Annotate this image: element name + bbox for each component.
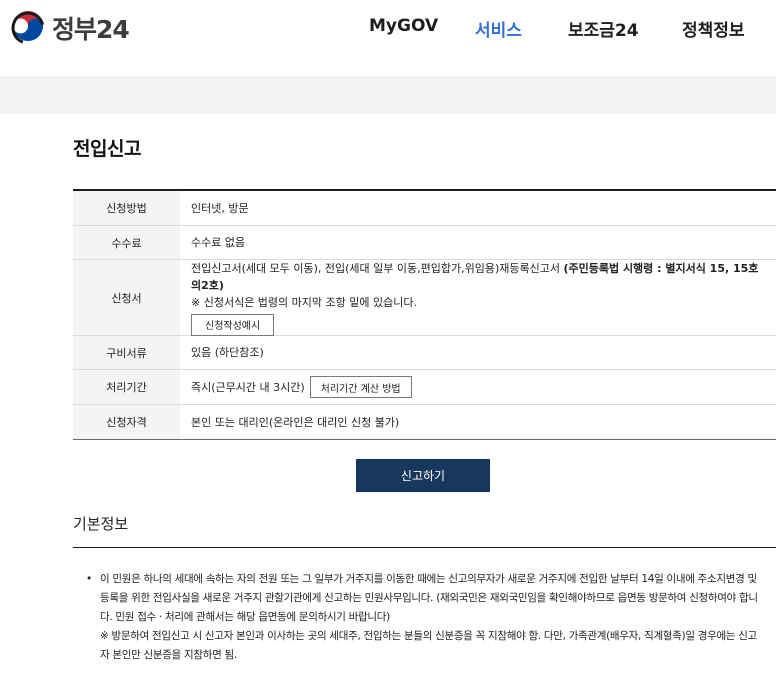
row-value: 본인 또는 대리인(온라인은 대리인 신청 불가) bbox=[191, 415, 400, 429]
processing-time-text: 즉시(근무시간 내 3시간) bbox=[191, 380, 305, 394]
row-label: 신청서 bbox=[73, 260, 180, 335]
form-name-text: 전입신고서(세대 모두 이동), 전입(세대 일부 이동,편입합가,위임용)재등… bbox=[191, 261, 564, 275]
description-paragraph: 이 민원은 하나의 세대에 속하는 자의 전원 또는 그 일부가 거주지를 이동… bbox=[100, 573, 758, 623]
page-title: 전입신고 bbox=[73, 138, 141, 160]
site-header: 정부24 MyGOV 서비스 보조금24 정책정보 bbox=[0, 0, 776, 78]
main-nav: MyGOV 서비스 보조금24 정책정보 bbox=[0, 16, 776, 41]
section-divider bbox=[73, 547, 776, 548]
row-label: 수수료 bbox=[73, 226, 180, 259]
breadcrumb-band bbox=[0, 78, 776, 114]
form-example-button[interactable]: 신청작성예시 bbox=[191, 313, 275, 336]
nav-item-policy-info[interactable]: 정책정보 bbox=[682, 16, 745, 41]
processing-time-calc-button[interactable]: 처리기간 계산 방법 bbox=[309, 376, 412, 398]
basic-info-title: 기본정보 bbox=[73, 515, 129, 533]
table-row-eligibility: 신청자격 본인 또는 대리인(온라인은 대리인 신청 불가) bbox=[73, 405, 776, 439]
row-label: 구비서류 bbox=[73, 336, 180, 369]
row-value: 있음 (하단참조) bbox=[191, 346, 264, 359]
bullet-icon: • bbox=[86, 573, 92, 585]
row-value: 수수료 없음 bbox=[191, 236, 246, 249]
visit-note-paragraph: ※ 방문하여 전입신고 시 신고자 본인과 이사하는 곳의 세대주, 전입하는 … bbox=[100, 630, 757, 661]
form-name-line: 전입신고서(세대 모두 이동), 전입(세대 일부 이동,편입합가,위임용)재등… bbox=[191, 260, 766, 294]
row-label: 신청방법 bbox=[73, 191, 180, 225]
row-label: 처리기간 bbox=[73, 370, 180, 404]
table-row-documents: 구비서류 있음 (하단참조) bbox=[73, 336, 776, 370]
table-row-method: 신청방법 인터넷, 방문 bbox=[73, 191, 776, 226]
table-row-fee: 수수료 수수료 없음 bbox=[73, 226, 776, 260]
nav-item-subsidy24[interactable]: 보조금24 bbox=[568, 16, 639, 41]
row-value: 즉시(근무시간 내 3시간) 처리기간 계산 방법 bbox=[180, 370, 776, 404]
apply-button[interactable]: 신고하기 bbox=[356, 459, 490, 492]
row-value: 전입신고서(세대 모두 이동), 전입(세대 일부 이동,편입합가,위임용)재등… bbox=[180, 260, 776, 336]
service-info-table: 신청방법 인터넷, 방문 수수료 수수료 없음 신청서 전입신고서(세대 모두 … bbox=[73, 189, 776, 440]
row-label: 신청자격 bbox=[73, 405, 180, 439]
nav-item-mygov[interactable]: MyGOV bbox=[369, 16, 438, 36]
table-row-form: 신청서 전입신고서(세대 모두 이동), 전입(세대 일부 이동,편입합가,위임… bbox=[73, 260, 776, 336]
table-row-processing: 처리기간 즉시(근무시간 내 3시간) 처리기간 계산 방법 bbox=[73, 370, 776, 405]
basic-info-description: • 이 민원은 하나의 세대에 속하는 자의 전원 또는 그 일부가 거주지를 … bbox=[86, 570, 766, 665]
nav-item-services[interactable]: 서비스 bbox=[475, 16, 522, 41]
row-value: 인터넷, 방문 bbox=[191, 201, 249, 215]
form-note: ※ 신청서식은 법령의 마지막 조항 밑에 있습니다. bbox=[191, 295, 417, 309]
